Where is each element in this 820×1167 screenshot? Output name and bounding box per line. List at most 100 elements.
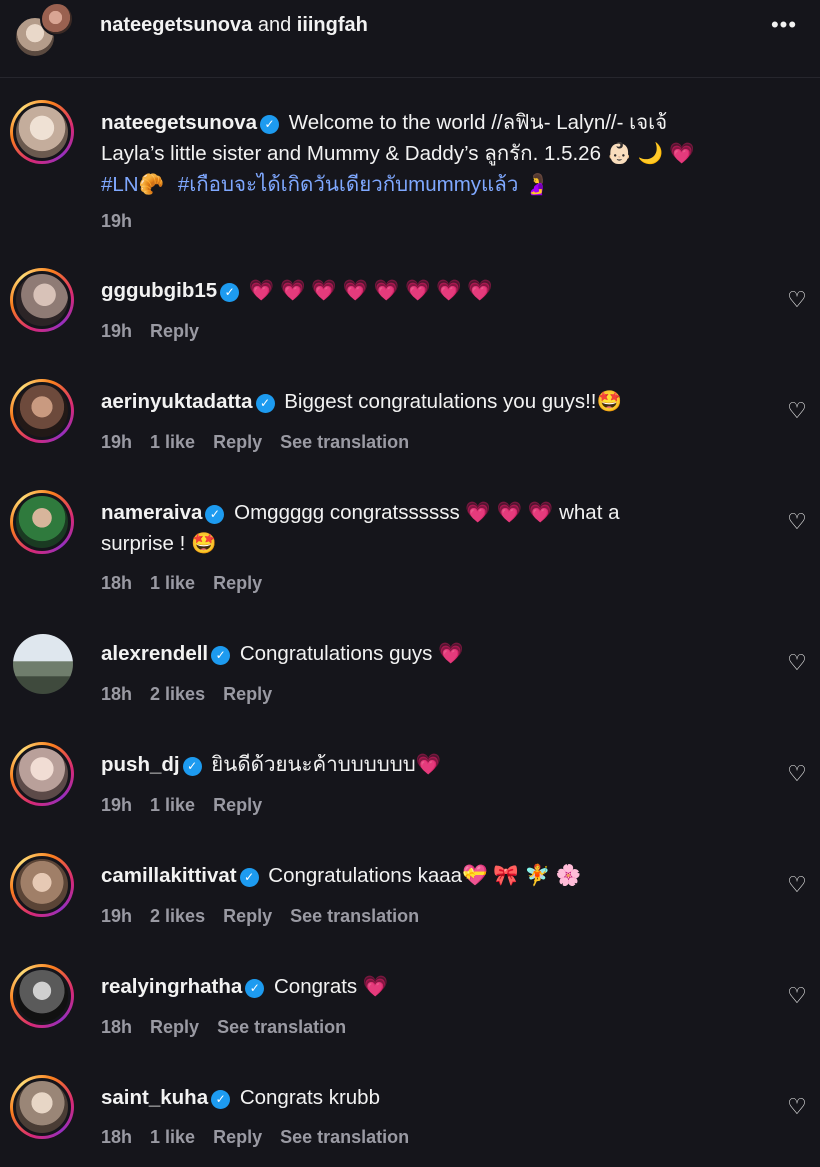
- verified-badge-icon: ✓: [211, 1090, 231, 1109]
- comment-username[interactable]: gggubgib15: [101, 279, 217, 302]
- pregnant-emoji: 🤰: [524, 173, 550, 196]
- comment-time[interactable]: 19h: [101, 906, 132, 926]
- verified-badge-icon: ✓: [211, 646, 231, 665]
- comment-meta: 18h Reply See translation: [101, 1017, 364, 1038]
- reply-button[interactable]: Reply: [213, 1127, 262, 1147]
- hashtag-link[interactable]: #LN: [101, 173, 139, 196]
- like-count[interactable]: 2 likes: [150, 684, 205, 704]
- more-options-icon[interactable]: •••: [764, 14, 804, 40]
- like-count[interactable]: 2 likes: [150, 906, 205, 926]
- comment-time[interactable]: 19h: [101, 795, 132, 815]
- reply-button[interactable]: Reply: [223, 684, 272, 704]
- comment-meta: 19h 2 likes Reply See translation: [101, 906, 437, 927]
- header-avatars[interactable]: [14, 2, 76, 58]
- heart-outline-icon[interactable]: ♡: [784, 762, 810, 786]
- caption-line-2: Layla’s little sister and Mummy & Daddy’…: [101, 142, 695, 165]
- comment-meta: 19h 1 like Reply: [101, 795, 280, 816]
- comment-text: ยินดีด้วยนะค้าบบบบบบ💗: [211, 753, 442, 776]
- heart-outline-icon[interactable]: ♡: [784, 288, 810, 312]
- comment-line: camillakittivat ✓ Congratulations kaaa💝 🎀…: [101, 860, 581, 891]
- heart-outline-icon[interactable]: ♡: [784, 399, 810, 423]
- reply-button[interactable]: Reply: [150, 321, 199, 341]
- verified-badge-icon: ✓: [260, 115, 280, 134]
- header-and: and: [257, 14, 292, 36]
- comment-text: Congratulations guys 💗: [239, 642, 464, 665]
- caption-time[interactable]: 19h: [101, 211, 132, 231]
- comment-line: aerinyuktadatta ✓ Biggest congratulations…: [101, 386, 622, 417]
- comment-avatar[interactable]: [10, 268, 74, 332]
- comment-line: push_dj ✓ ยินดีด้วยนะค้าบบบบบบ💗: [101, 749, 441, 780]
- verified-badge-icon: ✓: [255, 394, 275, 413]
- like-count[interactable]: 1 like: [150, 432, 195, 452]
- caption-text-1: Welcome to the world //ลฟิน- Lalyn//- เจ…: [288, 111, 668, 134]
- caption-line-1: nateegetsunova ✓ Welcome to the world //ล…: [101, 107, 667, 138]
- comment-time[interactable]: 19h: [101, 321, 132, 341]
- comment-time[interactable]: 18h: [101, 573, 132, 593]
- comment-meta: 19h Reply: [101, 321, 217, 342]
- comment-username[interactable]: aerinyuktadatta: [101, 390, 253, 413]
- reply-button[interactable]: Reply: [213, 432, 262, 452]
- comment-avatar[interactable]: [13, 634, 73, 694]
- hashtag-link[interactable]: #เกือบจะได้เกิดวันเดียวกับmummyแล้ว: [178, 173, 518, 196]
- like-count[interactable]: 1 like: [150, 1127, 195, 1147]
- caption-username[interactable]: nateegetsunova: [101, 111, 257, 134]
- header-username-1[interactable]: nateegetsunova: [100, 14, 252, 36]
- reply-button[interactable]: Reply: [213, 795, 262, 815]
- comment-text: Congrats 💗: [273, 975, 389, 998]
- heart-outline-icon[interactable]: ♡: [784, 510, 810, 534]
- post-header: nateegetsunova and iiingfah •••: [0, 0, 820, 78]
- comment-text: Congrats krubb: [239, 1086, 380, 1109]
- verified-badge-icon: ✓: [245, 979, 265, 998]
- comment-line: saint_kuha ✓ Congrats krubb: [101, 1082, 380, 1113]
- avatar[interactable]: [40, 2, 74, 36]
- comment-line: alexrendell ✓ Congratulations guys 💗: [101, 638, 464, 669]
- caption-meta: 19h: [101, 211, 150, 232]
- comment-text: Biggest congratulations you guys!!🤩: [284, 390, 623, 413]
- verified-badge-icon: ✓: [182, 757, 202, 776]
- croissant-emoji: 🥐: [138, 173, 165, 196]
- see-translation-button[interactable]: See translation: [290, 906, 419, 926]
- verified-badge-icon: ✓: [220, 283, 240, 302]
- comment-avatar[interactable]: [10, 964, 74, 1028]
- header-usernames[interactable]: nateegetsunova and iiingfah: [100, 14, 368, 37]
- comment-time[interactable]: 19h: [101, 432, 132, 452]
- comment-username[interactable]: push_dj: [101, 753, 180, 776]
- comment-meta: 19h 1 like Reply See translation: [101, 432, 427, 453]
- comment-avatar[interactable]: [10, 853, 74, 917]
- comment-text: 💗 💗 💗 💗 💗 💗 💗 💗: [248, 279, 493, 302]
- comment-time[interactable]: 18h: [101, 1017, 132, 1037]
- comment-avatar[interactable]: [10, 1075, 74, 1139]
- comment-username[interactable]: camillakittivat: [101, 864, 237, 887]
- comment-time[interactable]: 18h: [101, 684, 132, 704]
- verified-badge-icon: ✓: [239, 868, 259, 887]
- comment-line-2: surprise ! 🤩: [101, 532, 217, 555]
- caption-line-3: #LN🥐 #เกือบจะได้เกิดวันเดียวกับmummyแล้ว…: [101, 169, 550, 200]
- like-count[interactable]: 1 like: [150, 795, 195, 815]
- like-count[interactable]: 1 like: [150, 573, 195, 593]
- comment-avatar[interactable]: [10, 379, 74, 443]
- heart-outline-icon[interactable]: ♡: [784, 873, 810, 897]
- comment-avatar[interactable]: [10, 490, 74, 554]
- header-username-2[interactable]: iiingfah: [297, 14, 368, 36]
- see-translation-button[interactable]: See translation: [280, 432, 409, 452]
- comment-avatar[interactable]: [10, 742, 74, 806]
- reply-button[interactable]: Reply: [150, 1017, 199, 1037]
- comment-username[interactable]: nameraiva: [101, 501, 202, 524]
- comment-username[interactable]: alexrendell: [101, 642, 208, 665]
- heart-outline-icon[interactable]: ♡: [784, 651, 810, 675]
- comment-time[interactable]: 18h: [101, 1127, 132, 1147]
- see-translation-button[interactable]: See translation: [217, 1017, 346, 1037]
- comment-username[interactable]: saint_kuha: [101, 1086, 208, 1109]
- comment-text: Omggggg congratssssss 💗 💗 💗 what a: [234, 501, 620, 524]
- comment-text: Congratulations kaaa💝 🎀 🧚 🌸: [268, 864, 582, 887]
- reply-button[interactable]: Reply: [223, 906, 272, 926]
- heart-outline-icon[interactable]: ♡: [784, 984, 810, 1008]
- caption-avatar[interactable]: [10, 100, 74, 164]
- comment-meta: 18h 1 like Reply: [101, 573, 280, 594]
- heart-outline-icon[interactable]: ♡: [784, 1095, 810, 1119]
- comment-username[interactable]: realyingrhatha: [101, 975, 242, 998]
- verified-badge-icon: ✓: [205, 505, 225, 524]
- reply-button[interactable]: Reply: [213, 573, 262, 593]
- comment-line: gggubgib15 ✓ 💗 💗 💗 💗 💗 💗 💗 💗: [101, 275, 493, 306]
- see-translation-button[interactable]: See translation: [280, 1127, 409, 1147]
